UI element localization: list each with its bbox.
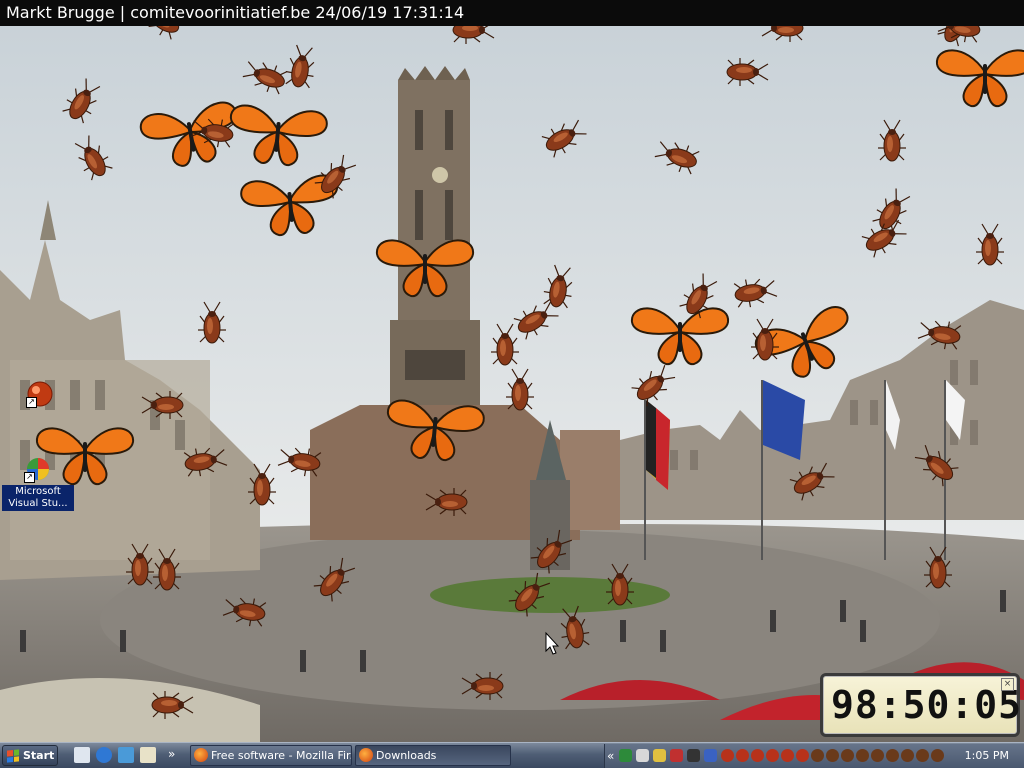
ladybug-tray-icon[interactable] (796, 749, 809, 762)
market-square-photo (0, 1, 1024, 742)
firefox-icon (194, 748, 208, 762)
clock[interactable]: 1:05 PM (965, 744, 1009, 768)
desktop-shortcut-visual-studio[interactable]: ↗ Microsoft Visual Stu... (2, 455, 74, 511)
tray-app-icon[interactable] (670, 749, 683, 762)
bug-tray-icon[interactable] (886, 749, 899, 762)
tray-app-icon[interactable] (636, 749, 649, 762)
ladybug-tray-icon[interactable] (736, 749, 749, 762)
show-desktop-icon[interactable] (74, 747, 90, 763)
tray-app-icon[interactable] (619, 749, 632, 762)
task-label: Downloads (376, 749, 437, 762)
outlook-icon[interactable] (140, 747, 156, 763)
bug-tray-icon[interactable] (901, 749, 914, 762)
ladybug-tray-icon[interactable] (751, 749, 764, 762)
quicklaunch-overflow[interactable]: » (168, 742, 175, 766)
close-icon[interactable]: × (1001, 678, 1014, 691)
tray-expand-chevron[interactable]: « (607, 744, 614, 768)
webcam-caption: Markt Brugge | comitevoorinitiatief.be 2… (0, 0, 1024, 26)
taskbar: Start » Free software - Mozilla Fir... D… (0, 742, 1024, 768)
ladybug-tray-icon[interactable] (721, 749, 734, 762)
windows-media-icon[interactable] (118, 747, 134, 763)
desktop[interactable]: Markt Brugge | comitevoorinitiatief.be 2… (0, 0, 1024, 742)
start-button[interactable]: Start (2, 745, 58, 766)
bug-tray-icon[interactable] (916, 749, 929, 762)
tray-app-icon[interactable] (653, 749, 666, 762)
bug-tray-icon[interactable] (826, 749, 839, 762)
tray-app-icon[interactable] (704, 749, 717, 762)
bug-tray-icon[interactable] (931, 749, 944, 762)
internet-explorer-icon[interactable] (96, 747, 112, 763)
red-ball-shortcut-icon: ↗ (26, 380, 54, 408)
downloads-icon (359, 748, 373, 762)
start-label: Start (23, 749, 55, 762)
ladybug-tray-icon[interactable] (781, 749, 794, 762)
desktop-shortcut-red-ball[interactable]: ↗ (4, 380, 76, 410)
taskbar-button-downloads[interactable]: Downloads (355, 745, 511, 766)
desktop-icon-label: Microsoft Visual Stu... (2, 485, 74, 511)
bug-tray-icon[interactable] (811, 749, 824, 762)
task-label: Free software - Mozilla Fir... (211, 749, 352, 762)
windows-flag-icon (7, 748, 19, 763)
countdown-time: 98:50:05 (831, 683, 1023, 727)
bug-tray-icon[interactable] (841, 749, 854, 762)
system-tray: « 1:05 PM (604, 744, 1024, 768)
tray-app-icon[interactable] (687, 749, 700, 762)
bug-tray-icon[interactable] (856, 749, 869, 762)
countdown-timer-widget[interactable]: 98:50:05 × (820, 673, 1023, 737)
ladybug-tray-icon[interactable] (766, 749, 779, 762)
bug-tray-icon[interactable] (871, 749, 884, 762)
visual-studio-icon: ↗ (24, 455, 52, 483)
taskbar-button-firefox[interactable]: Free software - Mozilla Fir... (190, 745, 352, 766)
